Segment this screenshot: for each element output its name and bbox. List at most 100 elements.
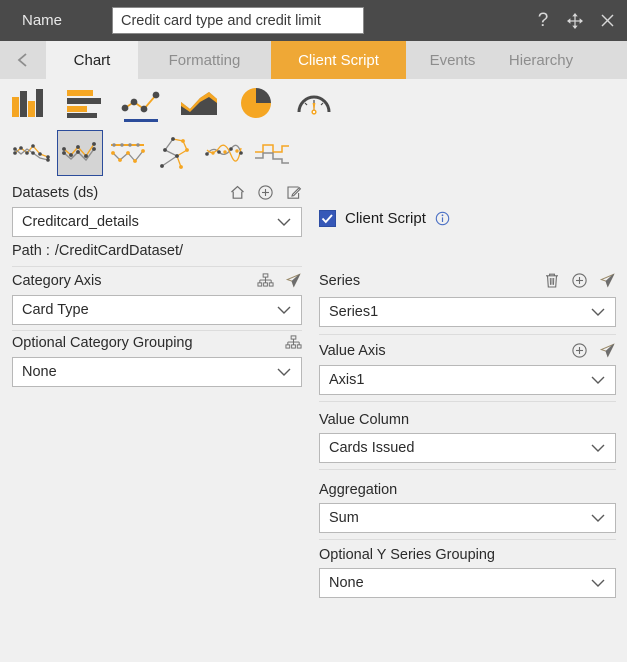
value-axis-select[interactable]: Axis1 <box>319 365 616 395</box>
client-script-row[interactable]: Client Script <box>319 210 450 227</box>
tab-events[interactable]: Events <box>406 41 499 79</box>
category-grouping-value: None <box>22 364 57 380</box>
bar-chart-icon[interactable] <box>58 79 110 127</box>
category-grouping-label: Optional Category Grouping <box>12 335 193 351</box>
category-axis-header: Category Axis <box>12 272 302 289</box>
area-chart-icon[interactable] <box>173 79 225 127</box>
client-script-checkbox[interactable] <box>319 210 336 227</box>
right-config-panel: Client Script Series <box>312 179 627 621</box>
datasets-actions <box>229 184 302 201</box>
right-divider-4 <box>319 539 616 540</box>
series-label: Series <box>319 273 360 289</box>
name-input-value: Credit card type and credit limit <box>113 13 321 29</box>
chevron-left-icon[interactable] <box>0 41 46 79</box>
right-divider-2 <box>319 401 616 402</box>
move-arrows-icon[interactable] <box>565 11 585 31</box>
value-column-label: Value Column <box>319 412 409 428</box>
value-axis-actions <box>571 342 616 359</box>
aggregation-value: Sum <box>329 510 359 526</box>
right-divider-1 <box>319 334 616 335</box>
name-input[interactable]: Credit card type and credit limit <box>112 7 364 34</box>
series-select[interactable]: Series1 <box>319 297 616 327</box>
chart-type-selected-indicator <box>124 119 158 122</box>
category-axis-select[interactable]: Card Type <box>12 295 302 325</box>
aggregation-label: Aggregation <box>319 482 397 498</box>
category-axis-actions <box>257 272 302 289</box>
chevron-down-icon <box>275 366 293 378</box>
plus-circle-icon[interactable] <box>571 272 588 289</box>
chevron-down-icon <box>589 374 607 386</box>
trash-icon[interactable] <box>543 272 560 289</box>
dataset-path-value: /CreditCardDataset/ <box>55 243 183 259</box>
tab-chart[interactable]: Chart <box>46 41 138 79</box>
hierarchy-icon[interactable] <box>257 272 274 289</box>
series-header: Series <box>319 272 616 289</box>
tab-chart-label: Chart <box>74 52 111 69</box>
y-series-grouping-select[interactable]: None <box>319 568 616 598</box>
line-range-icon[interactable] <box>105 130 151 176</box>
y-series-grouping-value: None <box>329 575 364 591</box>
datasets-label: Datasets (ds) <box>12 185 98 201</box>
left-config-panel: Datasets (ds) <box>0 179 312 621</box>
value-column-select[interactable]: Cards Issued <box>319 433 616 463</box>
tab-formatting[interactable]: Formatting <box>138 41 271 79</box>
line-scatter-icon[interactable] <box>153 130 199 176</box>
send-cursor-icon[interactable] <box>599 272 616 289</box>
line-marker-icon[interactable] <box>57 130 103 176</box>
chevron-down-icon <box>589 442 607 454</box>
category-axis-value: Card Type <box>22 302 89 318</box>
help-question-icon[interactable]: ? <box>533 11 553 31</box>
series-actions <box>543 272 616 289</box>
close-icon[interactable] <box>597 11 617 31</box>
datasets-select[interactable]: Creditcard_details <box>12 207 302 237</box>
category-axis-label: Category Axis <box>12 273 101 289</box>
send-cursor-icon[interactable] <box>599 342 616 359</box>
tab-hierarchy-label: Hierarchy <box>509 52 573 69</box>
pie-chart-icon[interactable] <box>230 79 282 127</box>
chevron-down-icon <box>275 304 293 316</box>
home-icon[interactable] <box>229 184 246 201</box>
value-axis-label: Value Axis <box>319 343 386 359</box>
datasets-value: Creditcard_details <box>22 214 139 230</box>
gauge-chart-icon[interactable] <box>288 79 340 127</box>
checkmark-icon <box>321 213 334 224</box>
tab-formatting-label: Formatting <box>169 52 241 69</box>
tab-events-label: Events <box>430 52 476 69</box>
value-column-value: Cards Issued <box>329 440 414 456</box>
chart-subtype-strip <box>0 127 627 179</box>
category-grouping-select[interactable]: None <box>12 357 302 387</box>
category-grouping-actions <box>285 334 302 351</box>
chevron-down-icon <box>275 216 293 228</box>
step-line-icon[interactable] <box>249 130 295 176</box>
chevron-down-icon <box>589 306 607 318</box>
category-grouping-header: Optional Category Grouping <box>12 334 302 351</box>
left-divider-2 <box>12 330 302 331</box>
chart-properties-dialog: Name Credit card type and credit limit ? <box>0 0 627 621</box>
client-script-label: Client Script <box>345 210 426 227</box>
chevron-down-icon <box>589 577 607 589</box>
line-chart-icon[interactable] <box>115 79 167 127</box>
info-circle-icon[interactable] <box>435 211 450 226</box>
series-value: Series1 <box>329 304 378 320</box>
edit-pencil-icon[interactable] <box>285 184 302 201</box>
column-chart-icon[interactable] <box>4 79 56 127</box>
datasets-header: Datasets (ds) <box>12 184 302 201</box>
name-label: Name <box>22 12 112 29</box>
hierarchy-icon[interactable] <box>285 334 302 351</box>
value-axis-header: Value Axis <box>319 342 616 359</box>
tab-client-script[interactable]: Client Script <box>271 41 406 79</box>
line-smooth-icon[interactable] <box>201 130 247 176</box>
plus-circle-icon[interactable] <box>257 184 274 201</box>
aggregation-select[interactable]: Sum <box>319 503 616 533</box>
send-cursor-icon[interactable] <box>285 272 302 289</box>
right-divider-3 <box>319 469 616 470</box>
plus-circle-icon[interactable] <box>571 342 588 359</box>
dialog-titlebar: Name Credit card type and credit limit ? <box>0 0 627 41</box>
tab-hierarchy[interactable]: Hierarchy <box>499 41 583 79</box>
chevron-down-icon <box>589 512 607 524</box>
line-plain-icon[interactable] <box>9 130 55 176</box>
value-axis-value: Axis1 <box>329 372 364 388</box>
left-divider-1 <box>12 266 302 267</box>
dataset-path-row: Path : /CreditCardDataset/ <box>12 243 183 259</box>
chart-type-strip <box>0 79 627 127</box>
